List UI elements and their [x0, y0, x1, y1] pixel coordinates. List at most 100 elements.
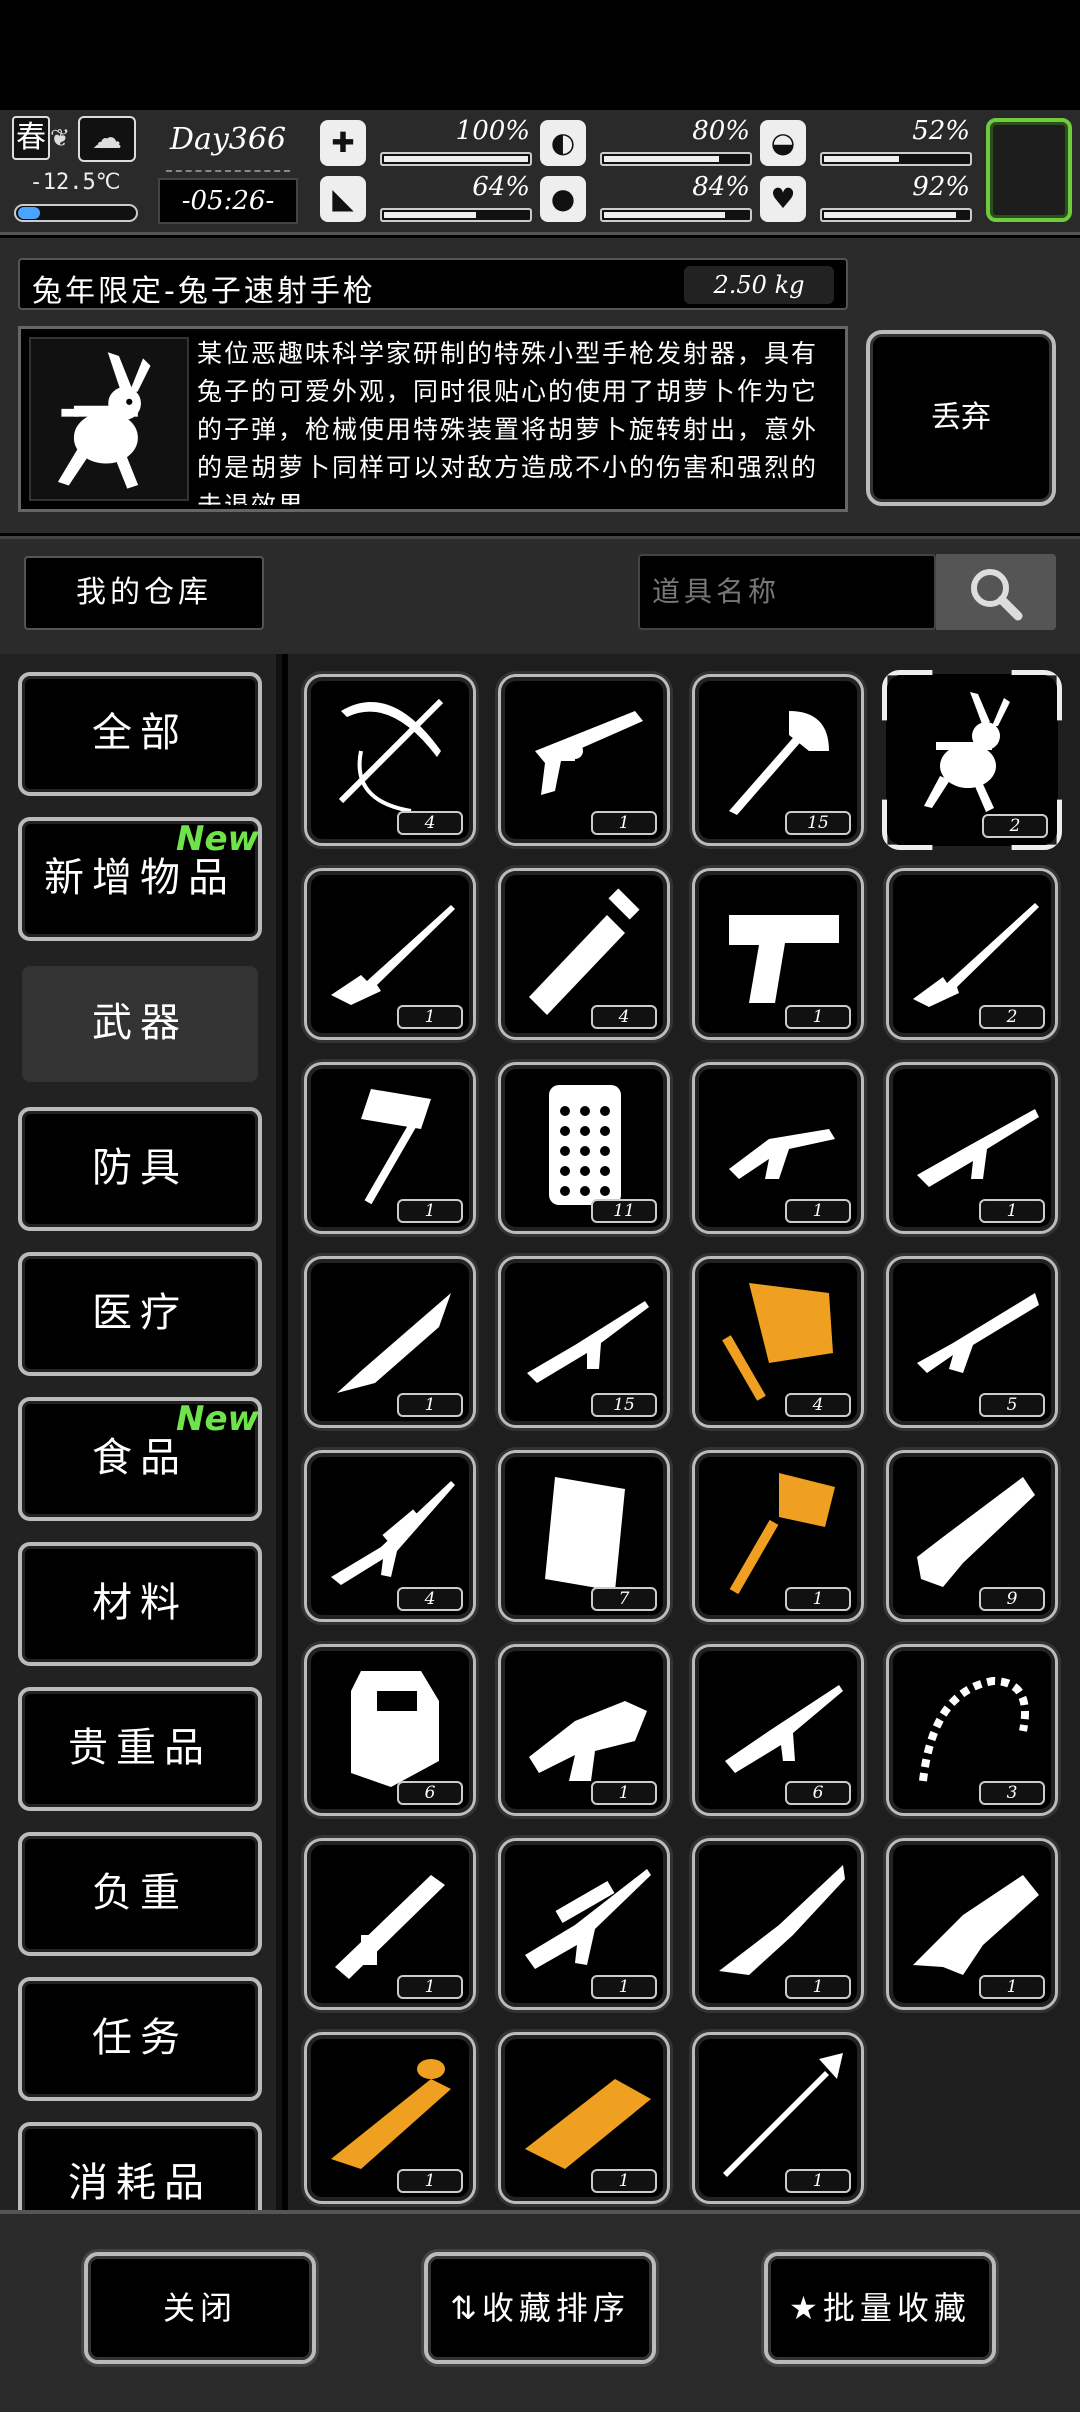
search-input[interactable]: 道具名称 — [638, 554, 936, 630]
inventory-slot[interactable]: 15 — [692, 674, 864, 846]
inventory-slot[interactable]: 1 — [692, 868, 864, 1040]
rifle-icon — [331, 905, 455, 1005]
axe-icon — [729, 711, 829, 815]
item-description-box: 某位恶趣味科学家研制的特殊小型手枪发射器，具有兔子的可爱外观，同时很贴心的使用了… — [18, 326, 848, 512]
inventory-slot[interactable]: 1 — [304, 868, 476, 1040]
stat-bar — [600, 152, 752, 166]
ak-rifle-icon — [725, 1685, 843, 1773]
stat-value: 92% — [912, 172, 970, 202]
item-count: 3 — [979, 1781, 1045, 1805]
inventory-slot[interactable]: 2 — [886, 868, 1058, 1040]
category-0[interactable]: 全部 — [18, 672, 262, 796]
item-count: 1 — [785, 1975, 851, 1999]
category-3[interactable]: 防具 — [18, 1107, 262, 1231]
temperature-bar — [14, 204, 138, 222]
item-grid: 4 1 15 2 1 4 1 2 1 11 1 1 1 15 4 5 4 7 1 9 6 1 6 3 1 1 1 1 1 1 1 — [288, 654, 1080, 2210]
inventory-slot[interactable]: 1 — [886, 1838, 1058, 2010]
shotgun-icon — [917, 1293, 1039, 1373]
category-6[interactable]: 材料 — [18, 1542, 262, 1666]
stat-bar — [380, 152, 532, 166]
item-count: 1 — [785, 1005, 851, 1029]
inventory-slot[interactable]: 1 — [886, 1062, 1058, 1234]
item-count: 5 — [979, 1393, 1045, 1417]
inventory-slot[interactable]: 1 — [304, 1838, 476, 2010]
stat-value: 80% — [692, 116, 750, 146]
inventory-slot[interactable]: 2 — [886, 674, 1058, 846]
inventory-slot[interactable]: 1 — [304, 1062, 476, 1234]
category-8[interactable]: 负重 — [18, 1832, 262, 1956]
category-4[interactable]: 医疗 — [18, 1252, 262, 1376]
item-count: 1 — [785, 2169, 851, 2193]
inventory-slot[interactable]: 1 — [304, 2032, 476, 2204]
inventory-slot[interactable]: 1 — [498, 674, 670, 846]
stat-pill: ◒ 52% — [760, 116, 972, 168]
inventory-slot[interactable]: 11 — [498, 1062, 670, 1234]
inventory-slot[interactable]: 1 — [692, 1062, 864, 1234]
blade-icon — [529, 888, 640, 1015]
inventory-slot[interactable]: 1 — [498, 1838, 670, 2010]
my-storage-tab[interactable]: 我的仓库 — [24, 556, 264, 630]
status-bar — [0, 0, 1080, 110]
season-indicator: 春 — [12, 116, 50, 160]
rocket-launcher-icon — [335, 1875, 445, 1979]
item-count: 4 — [785, 1393, 851, 1417]
m16-icon — [527, 1301, 649, 1383]
discard-button[interactable]: 丢弃 — [866, 330, 1056, 506]
golden-cannon-icon — [525, 2079, 651, 2169]
inventory-slot[interactable]: 4 — [692, 1256, 864, 1428]
favorite-sort-button[interactable]: ⇅收藏排序 — [424, 2252, 656, 2364]
inventory-slot[interactable]: 1 — [498, 2032, 670, 2204]
pill-icon: ◒ — [760, 120, 806, 166]
assault-rifle-icon — [917, 1109, 1039, 1187]
inventory-slot[interactable]: 7 — [498, 1450, 670, 1622]
stat-value: 84% — [692, 172, 750, 202]
item-count: 1 — [397, 1975, 463, 1999]
item-count: 1 — [397, 2169, 463, 2193]
category-2[interactable]: 武器 — [18, 962, 262, 1086]
inventory-slot[interactable]: 4 — [304, 1450, 476, 1622]
item-count: 9 — [979, 1587, 1045, 1611]
stat-bar — [820, 208, 972, 222]
stat-value: 100% — [455, 116, 530, 146]
rabbit-pistol-icon — [29, 337, 189, 501]
day-ticks — [166, 162, 290, 172]
inventory-slot[interactable]: 3 — [886, 1644, 1058, 1816]
leaf-icon: ❦ — [50, 124, 71, 152]
inventory-slot[interactable]: 1 — [692, 1450, 864, 1622]
category-10[interactable]: 消耗品 — [18, 2122, 262, 2210]
golden-mace-icon — [729, 1473, 835, 1595]
inventory-slot[interactable]: 4 — [498, 868, 670, 1040]
item-count: 1 — [979, 1975, 1045, 1999]
golden-hammer-icon — [722, 1283, 833, 1401]
close-button[interactable]: 关闭 — [84, 2252, 316, 2364]
inventory-slot[interactable]: 4 — [304, 674, 476, 846]
item-count: 1 — [591, 2169, 657, 2193]
item-count: 1 — [397, 1199, 463, 1223]
inventory-slot[interactable]: 6 — [304, 1644, 476, 1816]
item-count: 1 — [591, 1975, 657, 1999]
heavy-sniper-icon — [525, 1869, 651, 1969]
inventory-slot[interactable]: 1 — [692, 2032, 864, 2204]
inventory-slot[interactable]: 1 — [304, 1256, 476, 1428]
item-count: 1 — [979, 1199, 1045, 1223]
riot-shield-studded-icon — [549, 1085, 621, 1205]
inventory-slot[interactable]: 5 — [886, 1256, 1058, 1428]
inventory-slot[interactable]: 1 — [498, 1644, 670, 1816]
search-button[interactable] — [936, 554, 1056, 630]
inventory-slot[interactable]: 15 — [498, 1256, 670, 1428]
rabbit-launcher-gold-icon — [331, 2059, 451, 2169]
swap-arrows-icon: ⇅ — [450, 2289, 482, 2327]
item-weight: 2.50 kg — [684, 266, 834, 304]
inventory-slot[interactable]: 9 — [886, 1450, 1058, 1622]
equipped-slot[interactable] — [986, 118, 1072, 222]
item-count: 6 — [397, 1781, 463, 1805]
item-count: 1 — [591, 811, 657, 835]
batch-favorite-button[interactable]: ★批量收藏 — [764, 2252, 996, 2364]
category-9[interactable]: 任务 — [18, 1977, 262, 2101]
category-7[interactable]: 贵重品 — [18, 1687, 262, 1811]
stat-bar — [820, 152, 972, 166]
day-counter: Day366 — [169, 122, 287, 157]
inventory-slot[interactable]: 6 — [692, 1644, 864, 1816]
police-shield-icon — [351, 1671, 439, 1787]
inventory-slot[interactable]: 1 — [692, 1838, 864, 2010]
